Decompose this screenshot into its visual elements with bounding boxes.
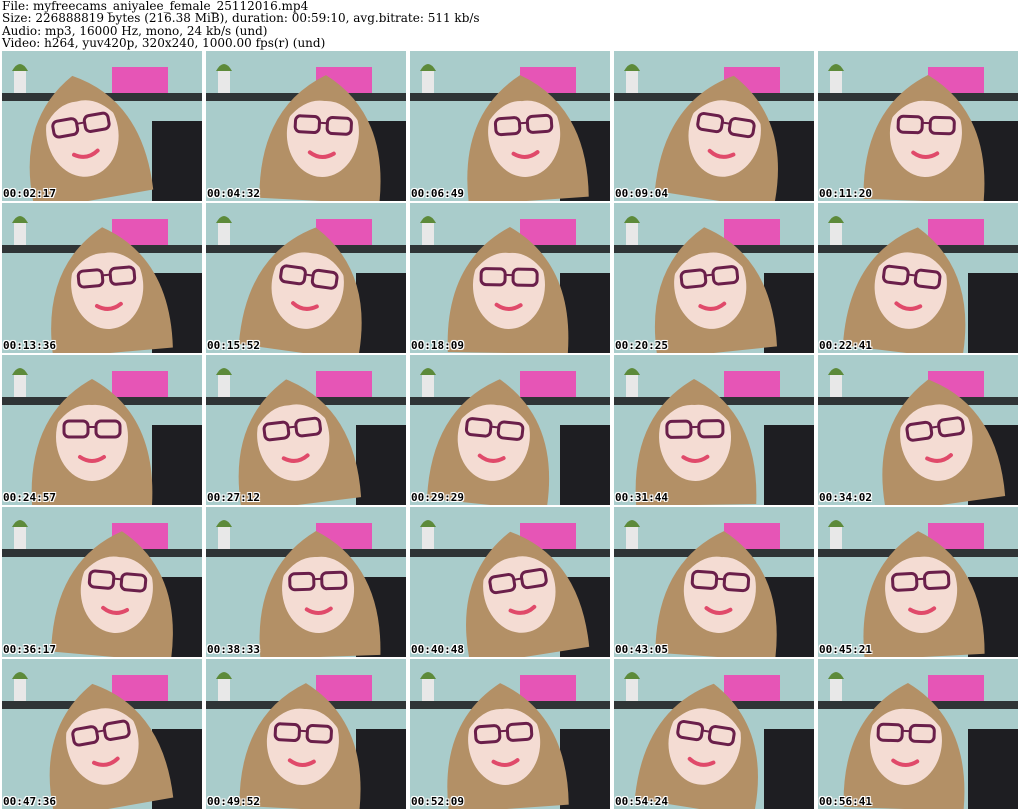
frame-image [818,203,1018,353]
frame-image [614,507,814,657]
frame-image [206,659,406,809]
frame-image [410,659,610,809]
timestamp-label: 00:02:17 [3,187,56,200]
timestamp-label: 00:45:21 [819,643,872,656]
video-frame-thumbnail: 00:09:04 [614,51,814,201]
frame-image [614,51,814,201]
timestamp-label: 00:20:25 [615,339,668,352]
timestamp-label: 00:15:52 [207,339,260,352]
timestamp-label: 00:06:49 [411,187,464,200]
frame-image [206,355,406,505]
video-frame-thumbnail: 00:27:12 [206,355,406,505]
frame-image [2,355,202,505]
video-frame-thumbnail: 00:20:25 [614,203,814,353]
timestamp-label: 00:31:44 [615,491,668,504]
frame-image [206,507,406,657]
frame-image [818,51,1018,201]
video-frame-thumbnail: 00:34:02 [818,355,1018,505]
video-frame-thumbnail: 00:06:49 [410,51,610,201]
file-info-header: File: myfreecams_aniyalee_female_2511201… [2,0,1022,49]
video-frame-thumbnail: 00:38:33 [206,507,406,657]
timestamp-label: 00:54:24 [615,795,668,808]
video-frame-thumbnail: 00:13:36 [2,203,202,353]
video-frame-thumbnail: 00:52:09 [410,659,610,809]
frame-image [2,51,202,201]
video-frame-thumbnail: 00:43:05 [614,507,814,657]
video-frame-thumbnail: 00:45:21 [818,507,1018,657]
file-size-line: Size: 226888819 bytes (216.38 MiB), dura… [2,11,480,26]
frame-image [2,203,202,353]
frame-image [614,203,814,353]
frame-image [410,51,610,201]
video-frame-thumbnail: 00:11:20 [818,51,1018,201]
video-frame-thumbnail: 00:15:52 [206,203,406,353]
frame-image [614,659,814,809]
video-frame-thumbnail: 00:49:52 [206,659,406,809]
timestamp-label: 00:34:02 [819,491,872,504]
frame-image [206,51,406,201]
frame-image [818,507,1018,657]
timestamp-label: 00:18:09 [411,339,464,352]
timestamp-label: 00:40:48 [411,643,464,656]
thumbnail-grid: 00:02:17 00:04:32 00:06:49 00:09:04 00:11:20… [0,50,1020,810]
timestamp-label: 00:04:32 [207,187,260,200]
frame-image [818,659,1018,809]
video-frame-thumbnail: 00:31:44 [614,355,814,505]
timestamp-label: 00:43:05 [615,643,668,656]
video-frame-thumbnail: 00:24:57 [2,355,202,505]
frame-image [410,355,610,505]
frame-image [2,659,202,809]
timestamp-label: 00:22:41 [819,339,872,352]
frame-image [410,507,610,657]
video-frame-thumbnail: 00:54:24 [614,659,814,809]
timestamp-label: 00:29:29 [411,491,464,504]
video-frame-thumbnail: 00:22:41 [818,203,1018,353]
video-frame-thumbnail: 00:18:09 [410,203,610,353]
timestamp-label: 00:36:17 [3,643,56,656]
video-frame-thumbnail: 00:36:17 [2,507,202,657]
frame-image [614,355,814,505]
timestamp-label: 00:13:36 [3,339,56,352]
video-frame-thumbnail: 00:04:32 [206,51,406,201]
timestamp-label: 00:52:09 [411,795,464,808]
video-frame-thumbnail: 00:56:41 [818,659,1018,809]
timestamp-label: 00:56:41 [819,795,872,808]
frame-image [2,507,202,657]
timestamp-label: 00:11:20 [819,187,872,200]
video-frame-thumbnail: 00:40:48 [410,507,610,657]
timestamp-label: 00:47:36 [3,795,56,808]
timestamp-label: 00:38:33 [207,643,260,656]
frame-image [206,203,406,353]
timestamp-label: 00:09:04 [615,187,668,200]
timestamp-label: 00:24:57 [3,491,56,504]
video-frame-thumbnail: 00:02:17 [2,51,202,201]
timestamp-label: 00:49:52 [207,795,260,808]
video-frame-thumbnail: 00:29:29 [410,355,610,505]
video-frame-thumbnail: 00:47:36 [2,659,202,809]
timestamp-label: 00:27:12 [207,491,260,504]
video-info-line: Video: h264, yuv420p, 320x240, 1000.00 f… [2,35,326,50]
frame-image [818,355,1018,505]
frame-image [410,203,610,353]
